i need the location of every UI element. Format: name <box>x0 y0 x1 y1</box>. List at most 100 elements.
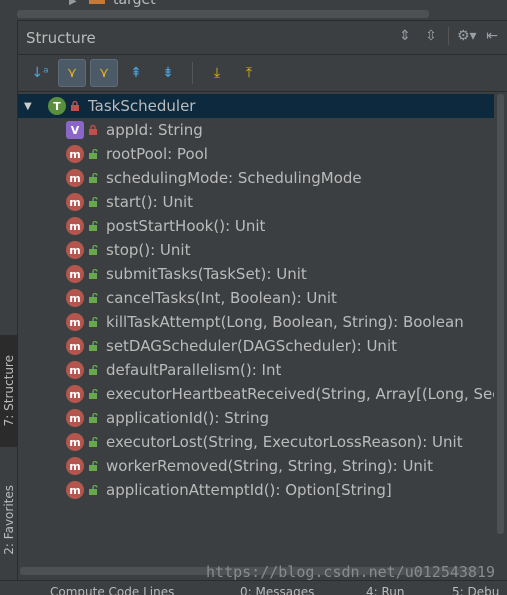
public-unlock-icon <box>89 197 98 207</box>
tree-item[interactable]: m applicationId(): String <box>18 406 494 430</box>
tree-item-label: cancelTasks(Int, Boolean): Unit <box>106 289 337 307</box>
method-icon: m <box>66 193 84 211</box>
public-unlock-icon <box>89 413 98 423</box>
horizontal-scrollbar[interactable] <box>17 10 429 18</box>
project-tree-remnant: ▶ target <box>17 0 507 21</box>
method-icon: m <box>66 361 84 379</box>
public-unlock-icon <box>89 341 98 351</box>
tree-item[interactable]: m executorHeartbeatReceived(String, Array… <box>18 382 494 406</box>
separator <box>448 27 449 45</box>
public-unlock-icon <box>89 221 98 231</box>
method-icon: m <box>66 289 84 307</box>
method-icon: m <box>66 409 84 427</box>
tree-item[interactable]: m stop(): Unit <box>18 238 494 262</box>
tree-item-label: defaultParallelism(): Int <box>106 361 282 379</box>
left-tool-strip: 7: Structure 2: Favorites <box>0 0 18 580</box>
tree-item-label: applicationAttemptId(): Option[String] <box>106 481 392 499</box>
vertical-scrollbar[interactable] <box>494 94 507 544</box>
tree-root-label: TaskScheduler <box>88 97 196 115</box>
tree-item-label: postStartHook(): Unit <box>106 217 266 235</box>
lock-icon <box>71 101 79 111</box>
method-icon: m <box>66 265 84 283</box>
method-icon: m <box>66 169 84 187</box>
tree-item[interactable]: m executorLost(String, ExecutorLossReason… <box>18 430 494 454</box>
header-actions: ⇕ ⇳ ⚙▾ ⇤ <box>396 27 501 45</box>
tree-item-label: schedulingMode: SchedulingMode <box>106 169 362 187</box>
public-unlock-icon <box>89 317 98 327</box>
method-icon: m <box>66 457 84 475</box>
public-unlock-icon <box>89 149 98 159</box>
tree-item-label: rootPool: Pool <box>106 145 208 163</box>
tree-item-label: submitTasks(TaskSet): Unit <box>106 265 307 283</box>
public-unlock-icon <box>89 293 98 303</box>
public-unlock-icon <box>89 461 98 471</box>
tree-item-label: start(): Unit <box>106 193 193 211</box>
tree-item[interactable]: m applicationAttemptId(): Option[String] <box>18 478 494 502</box>
tree-item[interactable]: m defaultParallelism(): Int <box>18 358 494 382</box>
toolbar-separator <box>192 62 193 84</box>
tree-item-label: workerRemoved(String, String, String): U… <box>106 457 433 475</box>
public-unlock-icon <box>89 365 98 375</box>
tree-item[interactable]: m cancelTasks(Int, Boolean): Unit <box>18 286 494 310</box>
folder-icon <box>89 0 105 4</box>
expand-arrow-icon[interactable]: ▶ <box>69 0 77 7</box>
tree-item-label: appId: String <box>106 121 203 139</box>
bottom-tool-bar: Compute Code Lines 0: Messages 4: Run 5:… <box>0 580 507 595</box>
show-inherited-icon[interactable]: ⋎ <box>58 59 86 87</box>
tree-item[interactable]: m workerRemoved(String, String, String): … <box>18 454 494 478</box>
hide-panel-icon[interactable]: ⇤ <box>483 28 501 44</box>
structure-tree: ▼ T TaskScheduler VappId: String m rootPoo… <box>18 94 494 544</box>
expand-icon[interactable]: ⇞ <box>122 59 150 87</box>
panel-title: Structure <box>26 29 96 47</box>
tree-item[interactable]: m killTaskAttempt(Long, Boolean, String):… <box>18 310 494 334</box>
tree-item[interactable]: m schedulingMode: SchedulingMode <box>18 166 494 190</box>
expand-all-icon[interactable]: ⇕ <box>396 28 414 44</box>
tree-item[interactable]: VappId: String <box>18 118 494 142</box>
tree-item[interactable]: m submitTasks(TaskSet): Unit <box>18 262 494 286</box>
tree-item-label: executorLost(String, ExecutorLossReason)… <box>106 433 463 451</box>
value-icon: V <box>66 121 84 139</box>
collapse-icon[interactable]: ⇟ <box>154 59 182 87</box>
side-tab-favorites-label: 2: Favorites <box>1 485 16 555</box>
side-tab-structure-label: 7: Structure <box>1 355 16 427</box>
public-unlock-icon <box>89 485 98 495</box>
tree-item[interactable]: m start(): Unit <box>18 190 494 214</box>
autoscroll-to-source-icon[interactable]: ⤓ <box>203 59 231 87</box>
method-icon: m <box>66 433 84 451</box>
collapse-all-icon[interactable]: ⇳ <box>422 28 440 44</box>
structure-panel-header: Structure ⇕ ⇳ ⚙▾ ⇤ <box>18 22 507 55</box>
tree-item-label: stop(): Unit <box>106 241 191 259</box>
tree-item[interactable]: m postStartHook(): Unit <box>18 214 494 238</box>
structure-toolbar: ↓ᵃ ⋎ ⋎ ⇞ ⇟ ⤓ ⤒ <box>18 55 507 92</box>
tree-item-label: executorHeartbeatReceived(String, Array[… <box>106 385 494 403</box>
show-fields-icon[interactable]: ⋎ <box>90 59 118 87</box>
tree-item-label: killTaskAttempt(Long, Boolean, String): … <box>106 313 464 331</box>
public-unlock-icon <box>89 389 98 399</box>
project-node-label[interactable]: target <box>113 0 156 8</box>
autoscroll-from-source-icon[interactable]: ⤒ <box>235 59 263 87</box>
gear-icon[interactable]: ⚙▾ <box>457 28 477 44</box>
watermark-text: https://blog.csdn.net/u012543819 <box>206 563 495 581</box>
method-icon: m <box>66 481 84 499</box>
sort-alphabetically-icon[interactable]: ↓ᵃ <box>26 59 54 87</box>
public-unlock-icon <box>89 437 98 447</box>
public-unlock-icon <box>89 173 98 183</box>
method-icon: m <box>66 241 84 259</box>
tree-item-label: setDAGScheduler(DAGScheduler): Unit <box>106 337 397 355</box>
tree-item[interactable]: m setDAGScheduler(DAGScheduler): Unit <box>18 334 494 358</box>
tree-root-node[interactable]: ▼ T TaskScheduler <box>18 94 494 118</box>
public-unlock-icon <box>89 245 98 255</box>
tree-item[interactable]: m rootPool: Pool <box>18 142 494 166</box>
public-unlock-icon <box>89 269 98 279</box>
method-icon: m <box>66 145 84 163</box>
method-icon: m <box>66 337 84 355</box>
trait-icon: T <box>48 97 66 115</box>
side-tab-structure[interactable]: 7: Structure <box>0 335 17 447</box>
method-icon: m <box>66 385 84 403</box>
side-tab-favorites[interactable]: 2: Favorites <box>0 470 17 570</box>
private-lock-icon <box>89 125 97 135</box>
method-icon: m <box>66 217 84 235</box>
collapse-triangle-icon[interactable]: ▼ <box>24 101 38 112</box>
method-icon: m <box>66 313 84 331</box>
vertical-scrollbar-thumb[interactable] <box>497 94 504 534</box>
